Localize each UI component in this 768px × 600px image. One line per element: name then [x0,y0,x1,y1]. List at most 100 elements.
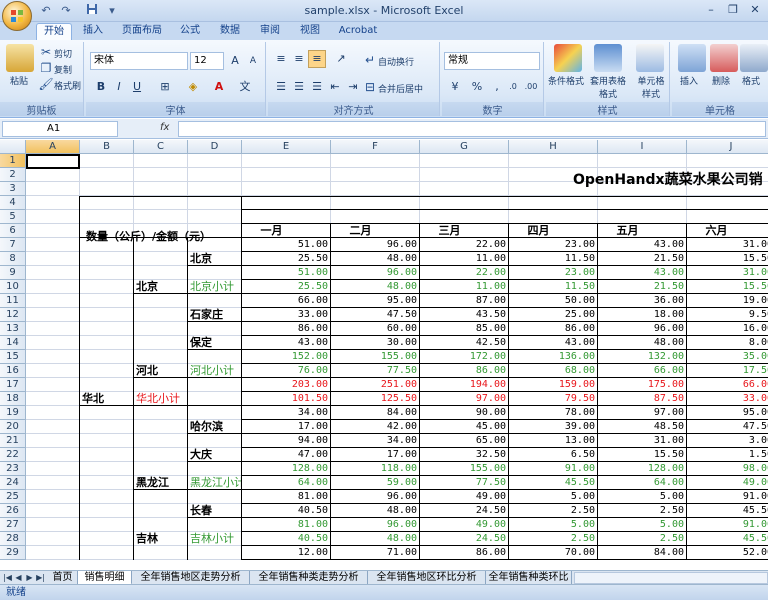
align-top-icon[interactable]: ≡ [272,50,290,68]
data-cell[interactable]: 97.00 [420,392,509,406]
data-cell[interactable]: 101.50 [242,392,331,406]
data-cell[interactable]: 91.00 [687,518,768,532]
restore-icon[interactable]: ❐ [722,2,744,18]
data-cell[interactable]: 48.00 [598,336,687,350]
data-cell[interactable]: 12.00 [242,546,331,560]
data-cell[interactable]: 21.50 [598,280,687,294]
data-cell[interactable]: 96.00 [598,322,687,336]
data-cell[interactable]: 48.00 [331,532,420,546]
data-cell[interactable]: 95.00 [331,294,420,308]
data-cell[interactable]: 40.50 [242,504,331,518]
shrink-font-icon[interactable]: A [244,52,262,70]
data-cell[interactable]: 33.00 [687,392,768,406]
format-painter-label[interactable]: 格式刷 [54,79,81,92]
insert-cells-icon[interactable] [678,44,706,72]
data-cell[interactable]: 59.00 [331,476,420,490]
percent-icon[interactable]: % [468,78,486,96]
data-cell[interactable]: 45.50 [509,476,598,490]
row-header-18[interactable]: 18 [0,392,26,406]
row-header-14[interactable]: 14 [0,336,26,350]
data-cell[interactable]: 136.00 [509,350,598,364]
phonetic-icon[interactable]: 文 [236,78,254,96]
data-cell[interactable]: 251.00 [331,378,420,392]
data-cell[interactable]: 5.00 [598,518,687,532]
column-header-f[interactable]: F [331,140,420,154]
data-cell[interactable]: 91.00 [687,490,768,504]
row-header-15[interactable]: 15 [0,350,26,364]
data-cell[interactable]: 47.50 [687,420,768,434]
sheet-tab-category-mom[interactable]: 全年销售种类环比 [486,571,572,585]
data-cell[interactable]: 52.00 [687,546,768,560]
tab-formulas[interactable]: 公式 [172,23,208,40]
data-cell[interactable]: 77.50 [331,364,420,378]
data-cell[interactable]: 43.00 [598,266,687,280]
cut-label[interactable]: 剪切 [54,47,72,60]
data-cell[interactable]: 23.00 [509,266,598,280]
data-cell[interactable]: 17.00 [331,448,420,462]
data-cell[interactable]: 66.00 [598,364,687,378]
tab-view[interactable]: 视图 [292,23,328,40]
data-cell[interactable]: 81.00 [242,518,331,532]
sheet-tab-sales-detail[interactable]: 销售明细 [78,571,132,585]
data-cell[interactable]: 96.00 [331,266,420,280]
data-cell[interactable]: 84.00 [331,406,420,420]
column-header-c[interactable]: C [134,140,188,154]
align-left-icon[interactable]: ☰ [272,78,290,96]
data-cell[interactable]: 2.50 [598,532,687,546]
fill-color-icon[interactable]: ◈ [184,78,202,96]
font-size-select[interactable]: 12 [190,52,224,70]
number-format-select[interactable]: 常规 [444,52,540,70]
decrease-indent-icon[interactable]: ⇤ [326,78,344,96]
data-cell[interactable]: 40.50 [242,532,331,546]
data-cell[interactable]: 33.00 [242,308,331,322]
increase-decimal-icon[interactable]: .0 [504,78,522,96]
data-cell[interactable]: 90.00 [420,406,509,420]
row-header-28[interactable]: 28 [0,532,26,546]
data-cell[interactable]: 15.50 [598,448,687,462]
row-header-16[interactable]: 16 [0,364,26,378]
row-header-3[interactable]: 3 [0,182,26,196]
currency-icon[interactable]: ¥ [446,78,464,96]
subtotal-huabei[interactable]: 华北小计 [136,392,187,406]
city-daqing[interactable]: 大庆 [190,448,241,462]
data-cell[interactable]: 66.00 [242,294,331,308]
data-cell[interactable]: 66.00 [687,378,768,392]
row-header-27[interactable]: 27 [0,518,26,532]
data-cell[interactable]: 125.50 [331,392,420,406]
data-cell[interactable]: 17.00 [242,420,331,434]
sheet-tab-category-trend[interactable]: 全年销售种类走势分析 [250,571,368,585]
data-cell[interactable]: 49.00 [420,518,509,532]
sheet-tab-region-trend[interactable]: 全年销售地区走势分析 [132,571,250,585]
data-cell[interactable]: 31.00 [687,266,768,280]
row-header-6[interactable]: 6 [0,224,26,238]
data-cell[interactable]: 24.50 [420,504,509,518]
data-cell[interactable]: 1.50 [687,448,768,462]
font-name-select[interactable]: 宋体 [90,52,188,70]
data-cell[interactable]: 11.00 [420,252,509,266]
data-cell[interactable]: 6.50 [509,448,598,462]
delete-cells-label[interactable]: 删除 [712,74,730,87]
province-hebei[interactable]: 河北 [136,364,187,378]
row-header-12[interactable]: 12 [0,308,26,322]
data-cell[interactable]: 25.50 [242,252,331,266]
data-cell[interactable]: 71.00 [331,546,420,560]
data-cell[interactable]: 159.00 [509,378,598,392]
data-cell[interactable]: 155.00 [331,350,420,364]
data-cell[interactable]: 43.50 [420,308,509,322]
data-cell[interactable]: 48.00 [331,252,420,266]
orientation-icon[interactable]: ↗ [332,50,350,68]
data-cell[interactable]: 97.00 [598,406,687,420]
conditional-format-label[interactable]: 条件格式 [548,74,584,87]
copy-icon[interactable]: ❐ [38,60,54,76]
data-cell[interactable]: 96.00 [331,518,420,532]
office-button[interactable] [2,1,32,31]
data-cell[interactable]: 70.00 [509,546,598,560]
data-cell[interactable]: 172.00 [420,350,509,364]
row-header-29[interactable]: 29 [0,546,26,560]
city-beijing[interactable]: 北京 [190,252,241,266]
data-cell[interactable]: 49.00 [687,476,768,490]
formula-input[interactable] [178,121,766,137]
data-cell[interactable]: 86.00 [509,322,598,336]
data-cell[interactable]: 78.00 [509,406,598,420]
format-painter-icon[interactable]: 🖌 [38,76,54,92]
